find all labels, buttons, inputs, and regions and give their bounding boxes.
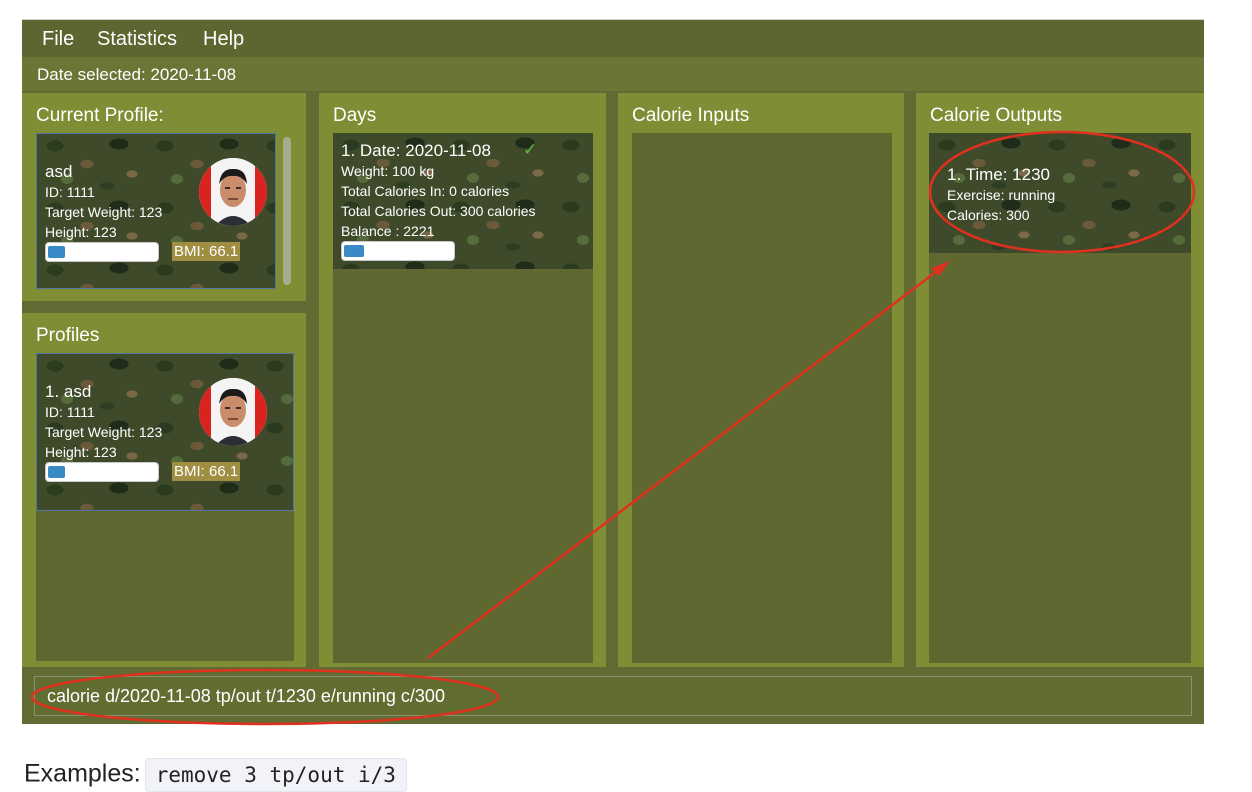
check-icon: ✓: [523, 140, 538, 159]
profile-item-avatar: [199, 378, 267, 446]
day-calories-out: Total Calories Out: 300 calories: [341, 203, 536, 219]
profile-item-target-weight: Target Weight: 123: [45, 424, 163, 440]
calorie-outputs-list: 1. Time: 1230 Exercise: running Calories…: [929, 133, 1191, 663]
day-balance: Balance : 2221: [341, 223, 435, 239]
bmi-progress-fill: [48, 246, 65, 258]
days-panel: Days 1. Date: 2020-11-08 ✓ Weight: 100 k…: [319, 93, 606, 667]
profile-list-item[interactable]: 1. asd ID: 1111 Target Weight: 123 Heigh…: [36, 353, 294, 511]
output-calories: Calories: 300: [947, 207, 1030, 223]
day-progress-fill: [344, 245, 365, 257]
date-selected-label: Date selected: 2020-11-08: [37, 65, 237, 84]
profiles-list: 1. asd ID: 1111 Target Weight: 123 Heigh…: [36, 353, 294, 661]
profiles-panel: Profiles 1. asd ID: 1111 Target Weight: …: [22, 313, 306, 667]
day-weight: Weight: 100 kg: [341, 163, 435, 179]
day-calories-in: Total Calories In: 0 calories: [341, 183, 510, 199]
calorie-output-item[interactable]: 1. Time: 1230 Exercise: running Calories…: [929, 133, 1191, 253]
calorie-inputs-list: [632, 133, 892, 663]
current-profile-card[interactable]: asd ID: 1111 Target Weight: 123 Height: …: [36, 133, 276, 289]
calorie-app-window: File Statistics Help Date selected: 2020…: [22, 19, 1204, 724]
profile-item-height: Height: 123: [45, 444, 117, 460]
profiles-title: Profiles: [36, 325, 100, 346]
current-profile-title: Current Profile:: [36, 105, 164, 126]
profile-item-bmi-bar: [45, 462, 159, 482]
command-input[interactable]: [35, 677, 1191, 715]
command-box: [34, 676, 1192, 716]
examples-label: Examples:: [24, 759, 141, 788]
profile-item-bmi-badge: BMI: 66.1: [172, 462, 241, 481]
days-list: 1. Date: 2020-11-08 ✓ Weight: 100 kg Tot…: [333, 133, 593, 663]
calorie-outputs-title: Calorie Outputs: [930, 105, 1063, 126]
calorie-inputs-panel: Calorie Inputs: [618, 93, 904, 667]
day-list-item[interactable]: 1. Date: 2020-11-08 ✓ Weight: 100 kg Tot…: [333, 133, 593, 269]
profile-avatar: [199, 158, 267, 226]
days-title: Days: [333, 105, 377, 126]
day-progress-bar: [341, 241, 455, 261]
menu-help[interactable]: Help: [203, 28, 244, 51]
example-code: remove 3 tp/out i/3: [144, 758, 407, 792]
date-selected-bar: Date selected: 2020-11-08: [22, 57, 1204, 91]
output-time: 1. Time: 1230: [947, 165, 1051, 184]
profile-target-weight: Target Weight: 123: [45, 204, 163, 220]
profile-item-name: 1. asd: [45, 382, 92, 401]
profile-id: ID: 1111: [45, 184, 95, 200]
bmi-badge: BMI: 66.1: [172, 242, 241, 261]
menu-file[interactable]: File: [42, 28, 74, 51]
profile-item-bmi-fill: [48, 466, 65, 478]
day-date: 1. Date: 2020-11-08: [341, 141, 491, 160]
profile-item-id: ID: 1111: [45, 404, 95, 420]
profile-height: Height: 123: [45, 224, 117, 240]
menu-bar: File Statistics Help: [22, 19, 1204, 57]
profile-name: asd: [45, 162, 73, 181]
bmi-progress-bar: [45, 242, 159, 262]
output-exercise: Exercise: running: [947, 187, 1056, 203]
current-profile-panel: Current Profile: asd ID: 1111 Target Wei…: [22, 93, 306, 301]
calorie-inputs-title: Calorie Inputs: [632, 105, 750, 126]
current-profile-scrollbar[interactable]: [283, 137, 291, 285]
examples-line: Examples: remove 3 tp/out i/3: [24, 758, 407, 792]
calorie-outputs-panel: Calorie Outputs 1. Time: 1230 Exercise: …: [916, 93, 1204, 667]
menu-statistics[interactable]: Statistics: [97, 28, 177, 51]
